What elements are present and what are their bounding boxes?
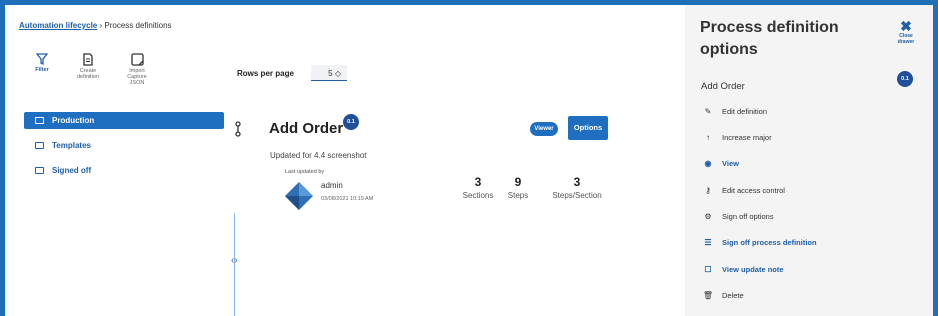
toggle-panel-icon[interactable]: ‹› [231,255,238,266]
import-label-line-3: JSON [129,80,145,86]
options-drawer: Process definition options ✖ Close drawe… [685,5,933,316]
drawer-item-label: Sign off options [722,212,774,221]
viewer-button[interactable]: Viewer [530,122,558,136]
breadcrumb-current: Process definitions [104,21,172,30]
folder-label: Templates [52,141,91,150]
import-capture-json-button[interactable]: Import Capture JSON [117,53,157,86]
last-updated-date: 03/08/2021 10:19 AM [321,196,374,202]
drawer-item-label: View update note [722,265,784,274]
import-icon [130,53,144,66]
drawer-item-edit-definition[interactable]: ✎ Edit definition [702,107,767,121]
key-person-icon: ⚷ [705,186,711,195]
folder-templates[interactable]: Templates [24,137,224,154]
folder-icon [35,142,44,149]
drawer-subtitle: Add Order [701,81,745,92]
process-definition-icon [235,121,241,137]
folder-label: Production [52,116,95,125]
breadcrumb: Automation lifecycle › Process definitio… [19,21,172,30]
arrow-up-icon: ↑ [706,133,710,142]
version-badge: 0.1 [343,114,359,130]
folder-signed-off[interactable]: Signed off [24,162,224,179]
filter-icon [36,53,48,65]
document-check-icon: ☰ [704,238,712,247]
stat-sections: 3 Sections [453,175,503,200]
folder-icon [35,167,44,174]
drawer-item-label: Sign off process definition [722,238,817,247]
close-label-line-2: drawer [897,39,915,45]
filter-button[interactable]: Filter [22,53,62,73]
stat-steps-per-section: 3 Steps/Section [542,175,612,200]
create-definition-button[interactable]: Create definition [68,53,108,80]
trash-icon: 🗑 [702,291,714,300]
drawer-version-badge: 0.1 [897,71,913,87]
close-drawer-button[interactable]: ✖ Close drawer [886,19,926,45]
folder-label: Signed off [52,166,92,175]
eye-icon: ◉ [704,159,712,168]
filter-label: Filter [35,67,49,73]
folder-production[interactable]: Production [24,112,224,129]
note-icon: ☐ [704,265,712,274]
drawer-item-sign-off-options[interactable]: ⚙ Sign off options [702,212,774,226]
drawer-item-view[interactable]: ◉ View [702,159,739,173]
stat-label: Steps/Section [552,191,602,200]
drawer-item-increase-major[interactable]: ↑ Increase major [702,133,772,147]
drawer-title: Process definition options [700,19,839,58]
drawer-item-label: Increase major [722,133,772,142]
main-panel: Automation lifecycle › Process definitio… [5,5,685,316]
users-gear-icon: ⚙ [704,212,712,221]
stat-label: Steps [507,191,529,200]
drawer-item-sign-off-process-definition[interactable]: ☰ Sign off process definition [702,238,817,252]
rows-per-page-label: Rows per page [237,69,294,78]
rows-per-page-select[interactable]: 5 ◇ [311,65,347,81]
drawer-item-label: Edit definition [722,107,768,116]
drawer-item-edit-access-control[interactable]: ⚷ Edit access control [702,186,785,200]
app-frame: Automation lifecycle › Process definitio… [5,5,933,316]
stat-label: Sections [462,191,494,200]
document-icon [83,53,93,66]
definition-title: Add Order [269,120,344,137]
breadcrumb-separator: › [99,21,103,30]
last-updated-label: Last updated by [285,169,325,175]
drawer-item-label: View [722,159,739,168]
drawer-item-view-update-note[interactable]: ☐ View update note [702,265,784,279]
definition-description: Updated for 4.4 screenshot [270,151,367,160]
drawer-item-label: Delete [722,291,744,300]
stat-value: 3 [573,175,581,189]
breadcrumb-link-automation-lifecycle[interactable]: Automation lifecycle [19,21,97,30]
drawer-item-delete[interactable]: 🗑 Delete [702,291,744,305]
stat-value: 3 [474,175,482,189]
options-button[interactable]: Options [568,116,608,140]
create-label-line-2: definition [76,74,100,80]
stat-value: 9 [514,175,522,189]
stat-steps: 9 Steps [503,175,533,200]
folder-icon [35,117,44,124]
pencil-icon: ✎ [704,107,712,116]
close-icon: ✖ [900,18,912,34]
avatar [285,182,313,210]
last-updated-user: admin [321,181,343,190]
drawer-item-label: Edit access control [722,186,785,195]
